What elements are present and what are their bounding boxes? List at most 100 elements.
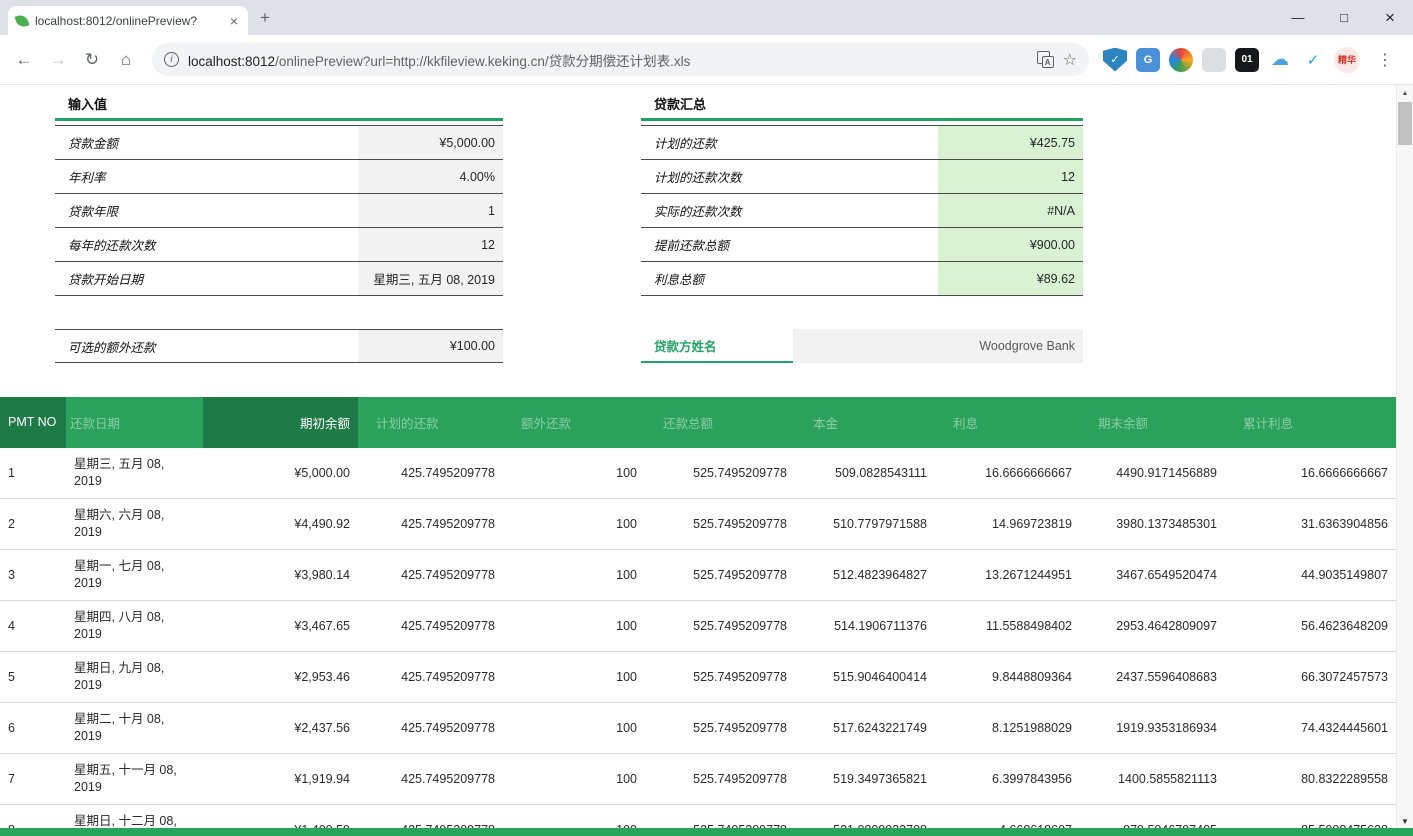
cell-cumulative-interest: 16.6666666667 bbox=[1225, 448, 1396, 499]
close-button[interactable]: × bbox=[1367, 0, 1413, 35]
cell-payment-date: 星期日, 十二月 08, 2019 bbox=[66, 805, 203, 829]
browser-extension-icon[interactable] bbox=[1169, 48, 1193, 72]
bookmark-star-icon[interactable]: ☆ bbox=[1063, 50, 1077, 70]
cell-cumulative-interest: 31.6363904856 bbox=[1225, 499, 1396, 550]
top-panels: 输入值 贷款金额¥5,000.00年利率4.00%贷款年限1每年的还款次数12贷… bbox=[0, 91, 1396, 363]
new-tab-button[interactable]: + bbox=[260, 8, 270, 28]
cell-beginning-balance: ¥1,919.94 bbox=[203, 754, 358, 805]
cell-pmt-no: 1 bbox=[0, 448, 66, 499]
table-row: 7星期五, 十一月 08, 2019¥1,919.94425.749520977… bbox=[0, 754, 1396, 805]
cell-cumulative-interest: 85.5008475628 bbox=[1225, 805, 1396, 829]
col-header-beginning-balance: 期初余额 bbox=[203, 397, 358, 448]
cell-total-payment: 525.7495209778 bbox=[645, 550, 795, 601]
row-label: 年利率 bbox=[55, 160, 358, 193]
url-host: localhost:8012 bbox=[188, 54, 275, 69]
col-header-scheduled-payment: 计划的还款 bbox=[358, 397, 503, 448]
cell-interest: 4.668618607 bbox=[935, 805, 1080, 829]
browser-tab[interactable]: localhost:8012/onlinePreview? × bbox=[8, 6, 248, 35]
reload-button[interactable]: ↻ bbox=[76, 44, 108, 76]
row-label: 贷款年限 bbox=[55, 194, 358, 227]
cell-pmt-no: 4 bbox=[0, 601, 66, 652]
shield-extension-icon[interactable]: ✓ bbox=[1103, 48, 1127, 72]
extensions-area: ✓ G 01 ☁ ✓ 精华 ⋮ bbox=[1099, 47, 1405, 73]
row-label: 贷款开始日期 bbox=[55, 262, 358, 295]
table-row: 3星期一, 七月 08, 2019¥3,980.14425.7495209778… bbox=[0, 550, 1396, 601]
tab-close-icon[interactable]: × bbox=[228, 13, 240, 29]
cell-beginning-balance: ¥1,400.59 bbox=[203, 805, 358, 829]
cell-cumulative-interest: 74.4324445601 bbox=[1225, 703, 1396, 754]
cell-ending-balance: 4490.9171456889 bbox=[1080, 448, 1225, 499]
cell-pmt-no: 6 bbox=[0, 703, 66, 754]
tab-title: localhost:8012/onlinePreview? bbox=[35, 14, 221, 28]
table-row: 2星期六, 六月 08, 2019¥4,490.92425.7495209778… bbox=[0, 499, 1396, 550]
cell-principal: 519.3497365821 bbox=[795, 754, 935, 805]
cell-extra-payment: 100 bbox=[503, 601, 645, 652]
address-bar[interactable]: i localhost:8012/onlinePreview?url=http:… bbox=[152, 43, 1089, 76]
summary-panel-rows: 计划的还款¥425.75计划的还款次数12实际的还款次数#N/A提前还款总额¥9… bbox=[641, 125, 1083, 296]
home-button[interactable]: ⌂ bbox=[110, 44, 142, 76]
panel-row: 每年的还款次数12 bbox=[55, 228, 503, 262]
panel-row: 实际的还款次数#N/A bbox=[641, 194, 1083, 228]
row-value: ¥425.75 bbox=[938, 126, 1083, 159]
panel-row: 计划的还款¥425.75 bbox=[641, 126, 1083, 160]
row-value: ¥89.62 bbox=[938, 262, 1083, 295]
cell-pmt-no: 5 bbox=[0, 652, 66, 703]
lender-row: 贷款方姓名 Woodgrove Bank bbox=[641, 329, 1083, 363]
maximize-button[interactable]: □ bbox=[1321, 0, 1367, 35]
lender-label: 贷款方姓名 bbox=[641, 329, 793, 363]
cell-principal: 517.6243221749 bbox=[795, 703, 935, 754]
gray-extension-icon[interactable] bbox=[1202, 48, 1226, 72]
table-row: 8星期日, 十二月 08, 2019¥1,400.59425.749520977… bbox=[0, 805, 1396, 829]
scroll-up-icon[interactable]: ▲ bbox=[1397, 85, 1413, 101]
amortization-table: PMT NO还款日期期初余额计划的还款额外还款还款总额本金利息期末余额累计利息 … bbox=[0, 397, 1396, 828]
row-value: ¥5,000.00 bbox=[358, 126, 503, 159]
cell-beginning-balance: ¥4,490.92 bbox=[203, 499, 358, 550]
cell-beginning-balance: ¥3,467.65 bbox=[203, 601, 358, 652]
summary-panel-title: 贷款汇总 bbox=[641, 91, 1083, 121]
cell-pmt-no: 8 bbox=[0, 805, 66, 829]
panel-row: 计划的还款次数12 bbox=[641, 160, 1083, 194]
row-label: 每年的还款次数 bbox=[55, 228, 358, 261]
cell-scheduled-payment: 425.7495209778 bbox=[358, 601, 503, 652]
page-info-icon[interactable]: i bbox=[164, 52, 179, 67]
minimize-button[interactable]: — bbox=[1275, 0, 1321, 35]
cell-total-payment: 525.7495209778 bbox=[645, 499, 795, 550]
col-header-principal: 本金 bbox=[795, 397, 935, 448]
scroll-down-icon[interactable]: ▼ bbox=[1397, 817, 1413, 826]
cell-interest: 13.2671244951 bbox=[935, 550, 1080, 601]
translate-icon[interactable] bbox=[1037, 51, 1054, 68]
input-panel: 输入值 贷款金额¥5,000.00年利率4.00%贷款年限1每年的还款次数12贷… bbox=[55, 91, 503, 363]
cell-beginning-balance: ¥3,980.14 bbox=[203, 550, 358, 601]
cell-scheduled-payment: 425.7495209778 bbox=[358, 448, 503, 499]
translate-extension-icon[interactable]: G bbox=[1136, 48, 1160, 72]
vertical-scrollbar[interactable]: ▲ ▼ bbox=[1396, 85, 1413, 828]
col-header-ending-balance: 期末余额 bbox=[1080, 397, 1225, 448]
col-header-pmt-no: PMT NO bbox=[0, 397, 66, 448]
cell-extra-payment: 100 bbox=[503, 499, 645, 550]
check-extension-icon[interactable]: ✓ bbox=[1301, 48, 1325, 72]
scrollbar-thumb[interactable] bbox=[1398, 102, 1412, 145]
row-label: 计划的还款 bbox=[641, 126, 938, 159]
cell-principal: 510.7797971588 bbox=[795, 499, 935, 550]
browser-window: localhost:8012/onlinePreview? × + — □ × … bbox=[0, 0, 1413, 836]
panel-row: 提前还款总额¥900.00 bbox=[641, 228, 1083, 262]
cell-total-payment: 525.7495209778 bbox=[645, 805, 795, 829]
cell-extra-payment: 100 bbox=[503, 703, 645, 754]
browser-toolbar: ← → ↻ ⌂ i localhost:8012/onlinePreview?u… bbox=[0, 35, 1413, 85]
cell-cumulative-interest: 80.8322289558 bbox=[1225, 754, 1396, 805]
chrome-menu-icon[interactable]: ⋮ bbox=[1369, 50, 1401, 70]
schedule-header-row: PMT NO还款日期期初余额计划的还款额外还款还款总额本金利息期末余额累计利息 bbox=[0, 397, 1396, 448]
url-path: /onlinePreview?url=http://kkfileview.kek… bbox=[275, 54, 690, 69]
cell-ending-balance: 2437.5596408683 bbox=[1080, 652, 1225, 703]
cell-total-payment: 525.7495209778 bbox=[645, 448, 795, 499]
forward-button[interactable]: → bbox=[42, 44, 74, 76]
back-button[interactable]: ← bbox=[8, 44, 40, 76]
badge-extension-icon[interactable]: 01 bbox=[1235, 48, 1259, 72]
cell-pmt-no: 3 bbox=[0, 550, 66, 601]
cell-beginning-balance: ¥5,000.00 bbox=[203, 448, 358, 499]
cloud-extension-icon[interactable]: ☁ bbox=[1268, 48, 1292, 72]
cell-extra-payment: 100 bbox=[503, 652, 645, 703]
profile-avatar[interactable]: 精华 bbox=[1334, 47, 1360, 73]
cell-pmt-no: 2 bbox=[0, 499, 66, 550]
schedule-body: 1星期三, 五月 08, 2019¥5,000.00425.7495209778… bbox=[0, 448, 1396, 828]
